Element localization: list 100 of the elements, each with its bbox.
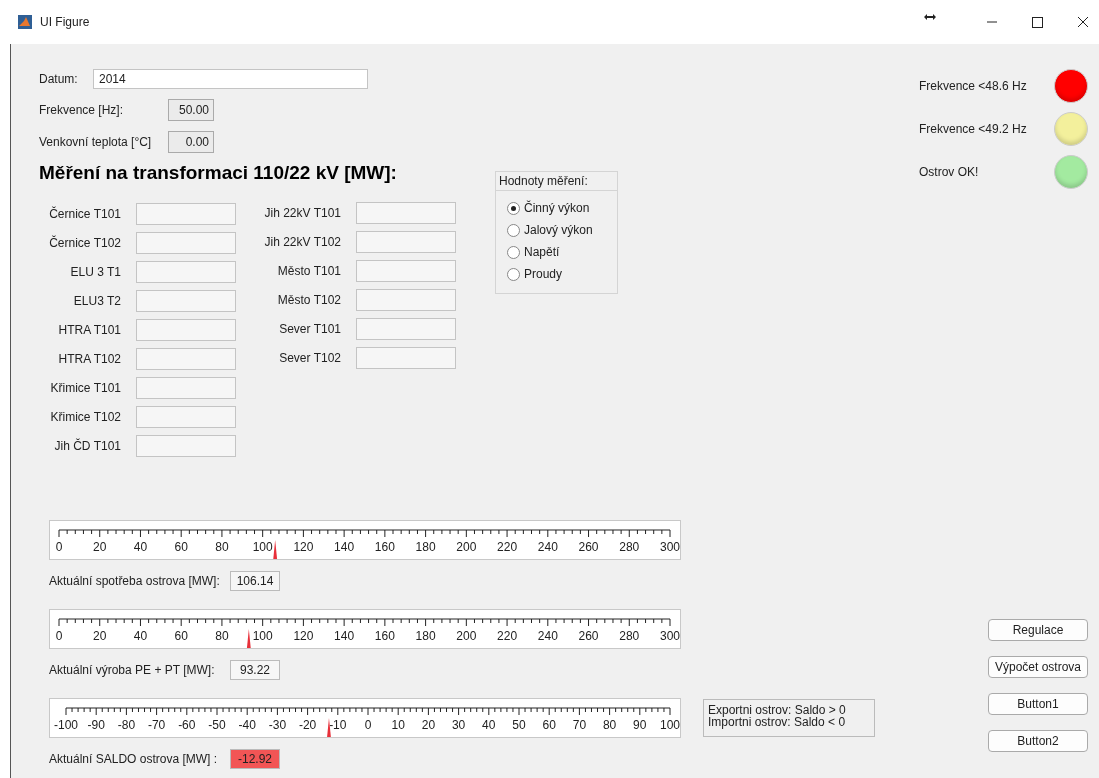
tick-label: 240 <box>537 540 558 554</box>
tick-label: 100 <box>252 629 273 643</box>
legend-text: Exportni ostrov: Saldo > 0 <box>708 704 847 716</box>
measurement-field[interactable] <box>356 260 456 282</box>
readout-field: 50.00 <box>168 99 214 121</box>
tick-label: 60 <box>174 629 188 643</box>
tick-label: 120 <box>293 540 314 554</box>
tick-label: -10 <box>329 718 347 732</box>
measurement-field[interactable] <box>136 232 236 254</box>
measurement-field[interactable] <box>136 406 236 428</box>
tick-label: -80 <box>117 718 136 732</box>
section-heading: Měření na transformaci 110/22 kV [MW]: <box>39 161 397 185</box>
value-readout: 93.22 <box>230 660 280 680</box>
field-label: Město T102 <box>276 292 341 309</box>
tick-label: 80 <box>215 629 229 643</box>
field-label: Sever T102 <box>278 350 341 367</box>
measurement-field[interactable] <box>136 435 236 457</box>
tick-label: 220 <box>497 540 518 554</box>
field-label: Jih 22kV T102 <box>263 234 341 251</box>
tick-label: 0 <box>55 629 63 643</box>
field-label: Černice T102 <box>48 234 121 252</box>
gauge-label: Aktuální spotřeba ostrova [MW]: <box>49 573 221 590</box>
field-label: Město T101 <box>276 263 341 280</box>
tick-label: 260 <box>578 629 599 643</box>
measurement-field[interactable] <box>356 231 456 253</box>
measurement-field[interactable] <box>356 318 456 340</box>
lamp-label: Ostrov OK! <box>919 164 979 181</box>
radio-option[interactable]: Činný výkon <box>507 200 617 216</box>
tick-label: 140 <box>334 629 355 643</box>
action-button[interactable]: Button1 <box>988 693 1088 715</box>
radio-option[interactable]: Napětí <box>507 244 617 260</box>
tick-label: -20 <box>298 718 317 732</box>
radio-option[interactable]: Proudy <box>507 266 617 282</box>
radio-button[interactable] <box>507 245 520 259</box>
radio-option[interactable]: Jalový výkon <box>507 222 617 238</box>
measurement-field[interactable] <box>136 261 236 283</box>
radio-button[interactable] <box>507 201 520 215</box>
tick-label: 220 <box>497 629 518 643</box>
readout-field: 0.00 <box>168 131 214 153</box>
tick-label: 100 <box>660 718 680 732</box>
tick-label: 40 <box>133 629 148 643</box>
resize-cursor-icon <box>924 13 936 21</box>
tick-label: 60 <box>174 540 188 554</box>
tick-label: 80 <box>215 540 229 554</box>
tick-label: 60 <box>542 718 556 732</box>
tick-label: 90 <box>633 718 647 732</box>
tick-label: -40 <box>238 718 256 732</box>
tick-label: 40 <box>133 540 148 554</box>
measurement-field[interactable] <box>356 289 456 311</box>
tick-label: 120 <box>293 629 314 643</box>
measurement-field[interactable] <box>136 348 236 370</box>
action-button[interactable]: Výpočet ostrova <box>988 656 1088 678</box>
tick-label: 80 <box>602 718 617 732</box>
tick-label: -100 <box>54 718 78 732</box>
tick-label: 280 <box>619 629 640 643</box>
tick-label: 140 <box>334 540 355 554</box>
tick-label: 100 <box>252 540 273 554</box>
measurement-field[interactable] <box>136 319 236 341</box>
action-button[interactable]: Regulace <box>988 619 1088 641</box>
measurement-field[interactable] <box>136 290 236 312</box>
tick-label: 20 <box>93 629 107 643</box>
field-label: ELU3 T2 <box>72 293 121 310</box>
measurement-field[interactable] <box>136 203 236 225</box>
field-label: HTRA T101 <box>57 322 121 339</box>
panel-title: Hodnoty měření: <box>496 172 617 191</box>
window-title: UI Figure <box>40 14 90 31</box>
date-field[interactable]: 2014 <box>93 69 368 89</box>
tick-label: 50 <box>512 718 526 732</box>
field-label: Datum: <box>39 71 79 88</box>
measurement-field[interactable] <box>356 347 456 369</box>
action-button[interactable]: Button2 <box>988 730 1088 752</box>
tick-label: 40 <box>482 718 496 732</box>
tick-label: -90 <box>87 718 105 732</box>
maximize-icon[interactable] <box>1032 16 1043 28</box>
field-label: HTRA T102 <box>57 351 121 368</box>
field-label: Křimice T101 <box>49 380 121 397</box>
tick-label: -60 <box>178 718 196 732</box>
legend-text: Importni ostrov: Saldo < 0 <box>708 716 847 728</box>
tick-label: 180 <box>415 540 436 554</box>
field-label: Jih ČD T101 <box>53 437 121 455</box>
radio-button[interactable] <box>507 223 520 237</box>
tick-label: 260 <box>578 540 599 554</box>
field-label: ELU 3 T1 <box>69 264 121 281</box>
gauge-label: Aktuální výroba PE + PT [MW]: <box>49 662 216 679</box>
tick-label: 20 <box>421 718 436 732</box>
tick-label: -30 <box>268 718 287 732</box>
lamp-label: Frekvence <49.2 Hz <box>919 121 1027 138</box>
field-label: Venkovní teplota [°C] <box>39 134 153 151</box>
value-readout: 106.14 <box>230 571 280 591</box>
field-label: Černice T101 <box>48 205 121 223</box>
tick-label: 30 <box>451 718 466 732</box>
tick-label: 200 <box>456 629 477 643</box>
field-label: Křimice T102 <box>49 409 121 426</box>
tick-label: 200 <box>456 540 477 554</box>
field-label: Jih 22kV T101 <box>263 205 341 222</box>
radio-button[interactable] <box>507 267 520 281</box>
tick-label: -70 <box>147 718 166 732</box>
close-icon[interactable] <box>1077 16 1089 28</box>
measurement-field[interactable] <box>356 202 456 224</box>
measurement-field[interactable] <box>136 377 236 399</box>
